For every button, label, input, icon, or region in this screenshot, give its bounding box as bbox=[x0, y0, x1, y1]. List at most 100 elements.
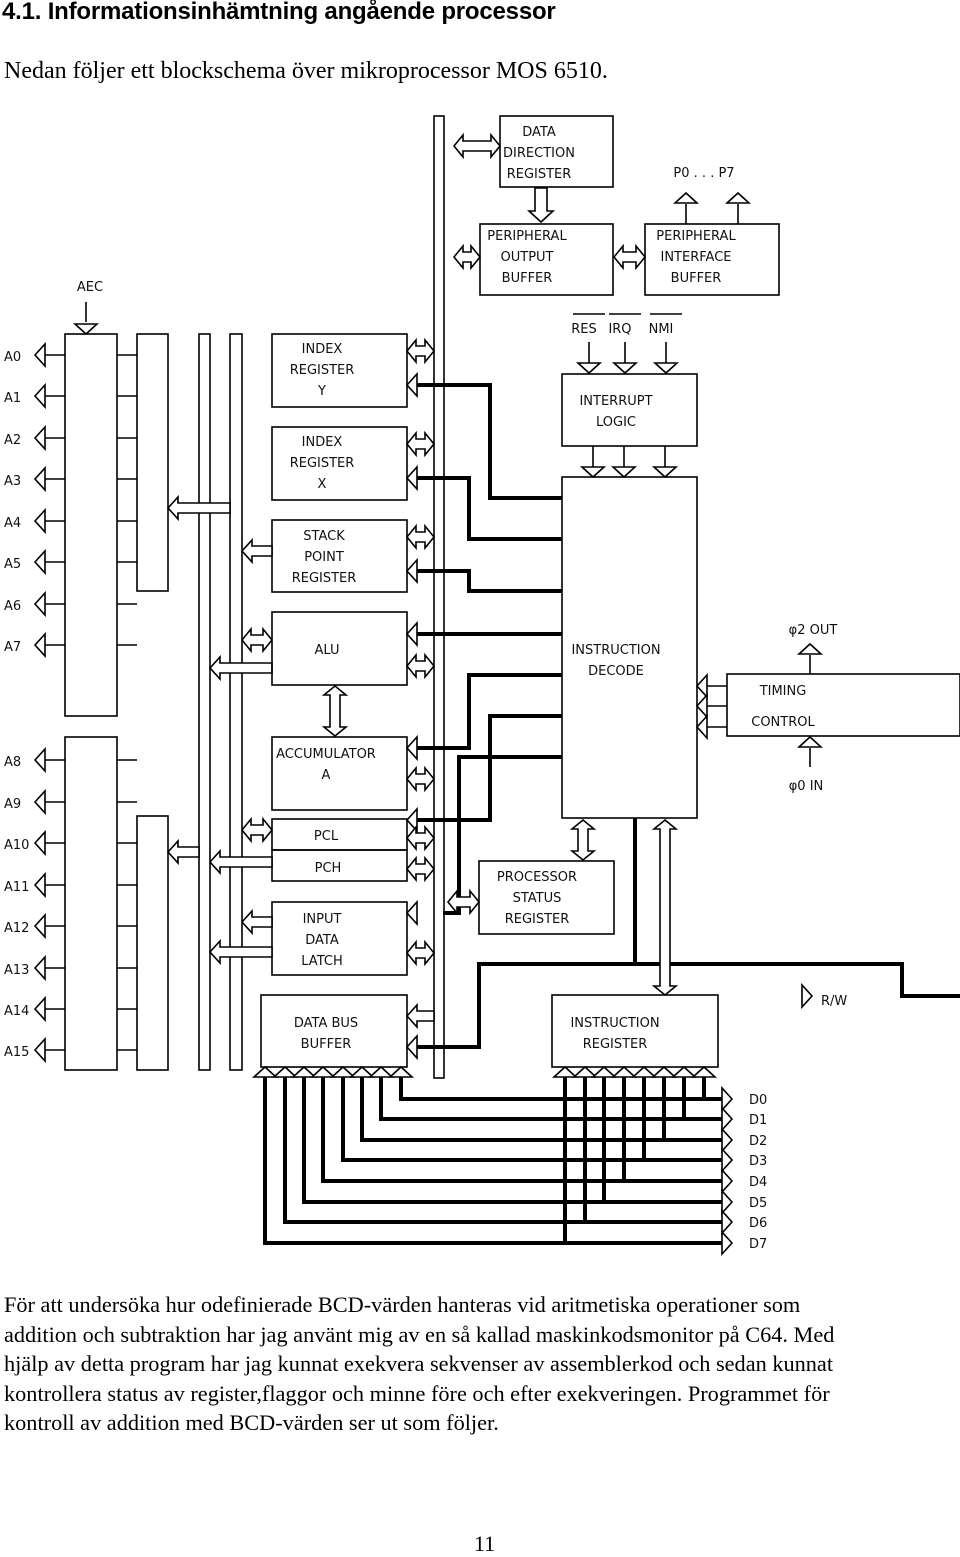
arrow-left-icon bbox=[405, 1002, 435, 1030]
data-pin-arrow-icon bbox=[721, 1208, 734, 1236]
address-pin-label: A11 bbox=[4, 880, 29, 895]
data-pin-arrow-icon bbox=[721, 1167, 734, 1195]
index-register-y-label: INDEX bbox=[302, 342, 343, 357]
address-pin-arrow-icon bbox=[33, 829, 46, 857]
bidirectional-arrow-icon bbox=[405, 939, 436, 967]
pcl bbox=[271, 818, 408, 851]
control-line bbox=[443, 755, 562, 915]
peripheral-output-buffer-label: BUFFER bbox=[502, 271, 553, 286]
data-pin-arrow-icon bbox=[721, 1229, 734, 1257]
control-arrow-icon bbox=[695, 713, 708, 741]
address-pin-arrow-icon bbox=[33, 871, 46, 899]
bidirectional-arrow-icon bbox=[405, 430, 436, 458]
data-pin-label: D3 bbox=[749, 1154, 767, 1169]
address-pin-arrow-icon bbox=[33, 954, 46, 982]
bidirectional-arrow-icon bbox=[405, 765, 436, 793]
data-pin-arrow-icon bbox=[721, 1085, 734, 1113]
address-pin-arrow-icon bbox=[33, 590, 46, 618]
arrow-down-icon bbox=[579, 466, 607, 479]
nmi-label: NMI bbox=[649, 322, 674, 337]
paragraph-line: hjälp av detta program har jag kunnat ex… bbox=[4, 1351, 834, 1377]
address-pin-label: A13 bbox=[4, 963, 29, 978]
address-pin-arrow-icon bbox=[33, 382, 46, 410]
pin-arrow-icon bbox=[329, 1065, 357, 1078]
stack-point-register-label: POINT bbox=[304, 550, 344, 565]
address-pin-label: A14 bbox=[4, 1004, 29, 1019]
accumulator-a-label: ACCUMULATOR bbox=[276, 747, 376, 762]
port-arrow-icon bbox=[672, 191, 700, 204]
pin-arrow-icon bbox=[367, 1065, 395, 1078]
pin-arrow-icon bbox=[387, 1065, 415, 1078]
address-bus-low-buffer bbox=[64, 333, 118, 717]
timing-control-label: CONTROL bbox=[751, 715, 815, 730]
address-pin-label: A7 bbox=[4, 640, 21, 655]
data-pin-arrow-icon bbox=[721, 1105, 734, 1133]
rw-arrow-icon bbox=[801, 982, 814, 1010]
control-arrow-icon bbox=[405, 899, 418, 927]
address-bus-line-1 bbox=[198, 333, 211, 1071]
bidirectional-arrow-icon bbox=[651, 818, 679, 997]
peripheral-interface-buffer-label: BUFFER bbox=[671, 271, 722, 286]
bidirectional-arrow-icon bbox=[321, 684, 349, 738]
data-direction-register-label: DIRECTION bbox=[503, 146, 575, 161]
control-arrow-icon bbox=[405, 1033, 418, 1061]
data-pin-label: D0 bbox=[749, 1093, 767, 1108]
pin-arrow-icon bbox=[690, 1065, 718, 1078]
data-direction-register-label: REGISTER bbox=[507, 167, 572, 182]
input-data-latch-label: DATA bbox=[305, 933, 339, 948]
ports-label: P0 . . . P7 bbox=[673, 166, 734, 181]
control-arrow-icon bbox=[405, 371, 418, 399]
address-pin-label: A8 bbox=[4, 755, 21, 770]
processor-status-register-label: STATUS bbox=[513, 891, 562, 906]
address-register-high bbox=[136, 815, 169, 1071]
data-pin-label: D5 bbox=[749, 1196, 767, 1211]
pin-arrow-icon bbox=[251, 1065, 279, 1078]
index-register-y-label: Y bbox=[317, 384, 326, 399]
index-register-x-label: INDEX bbox=[302, 435, 343, 450]
accumulator-a-label: A bbox=[322, 768, 331, 783]
data-direction-register-label: DATA bbox=[522, 125, 556, 140]
address-pin-arrow-icon bbox=[33, 424, 46, 452]
address-pin-arrow-icon bbox=[33, 631, 46, 659]
pin-arrow-icon bbox=[590, 1065, 618, 1078]
control-arrow-icon bbox=[405, 557, 418, 585]
timing-control-label: TIMING bbox=[759, 684, 807, 699]
pin-arrow-icon bbox=[348, 1065, 376, 1078]
pin-arrow-icon bbox=[309, 1065, 337, 1078]
address-pin-arrow-icon bbox=[33, 788, 46, 816]
instruction-decode-label: DECODE bbox=[588, 664, 644, 679]
arrow-left-icon bbox=[208, 938, 273, 966]
address-pin-label: A1 bbox=[4, 391, 21, 406]
control-line bbox=[417, 569, 562, 593]
address-pin-label: A3 bbox=[4, 474, 21, 489]
control-line bbox=[417, 962, 960, 1049]
bidirectional-arrow-icon bbox=[405, 824, 436, 852]
control-arrow-icon bbox=[405, 620, 418, 648]
address-pin-label: A15 bbox=[4, 1045, 29, 1060]
stack-point-register-label: STACK bbox=[303, 529, 345, 544]
processor-status-register-label: REGISTER bbox=[505, 912, 570, 927]
interrupt-logic-label: INTERRUPT bbox=[579, 394, 652, 409]
control-line bbox=[417, 714, 562, 822]
data-pin-arrow-icon bbox=[721, 1126, 734, 1154]
phi0-in-arrow-icon bbox=[796, 735, 824, 748]
arrow-down-icon bbox=[651, 466, 679, 479]
bidirectional-arrow-icon bbox=[446, 888, 481, 916]
data-pin-label: D1 bbox=[749, 1113, 767, 1128]
phi2-out-arrow-icon bbox=[796, 642, 824, 655]
address-pin-arrow-icon bbox=[33, 465, 46, 493]
irq-arrow-icon bbox=[611, 362, 639, 375]
control-line bbox=[417, 383, 562, 500]
aec-arrow-icon bbox=[72, 323, 100, 336]
address-pin-label: A10 bbox=[4, 838, 29, 853]
pin-arrow-icon bbox=[630, 1065, 658, 1078]
bidirectional-arrow-icon bbox=[240, 626, 274, 654]
paragraph-line: För att undersöka hur odefinierade BCD-v… bbox=[4, 1292, 801, 1317]
address-pin-arrow-icon bbox=[33, 507, 46, 535]
address-bus-high-buffer bbox=[64, 736, 118, 1071]
address-pin-label: A0 bbox=[4, 350, 21, 365]
paragraph-line: addition och subtraktion har jag använt … bbox=[4, 1321, 835, 1347]
address-bus-line-2 bbox=[229, 333, 243, 1071]
instruction-register-label: INSTRUCTION bbox=[570, 1016, 659, 1031]
port-arrow-icon bbox=[724, 191, 752, 204]
